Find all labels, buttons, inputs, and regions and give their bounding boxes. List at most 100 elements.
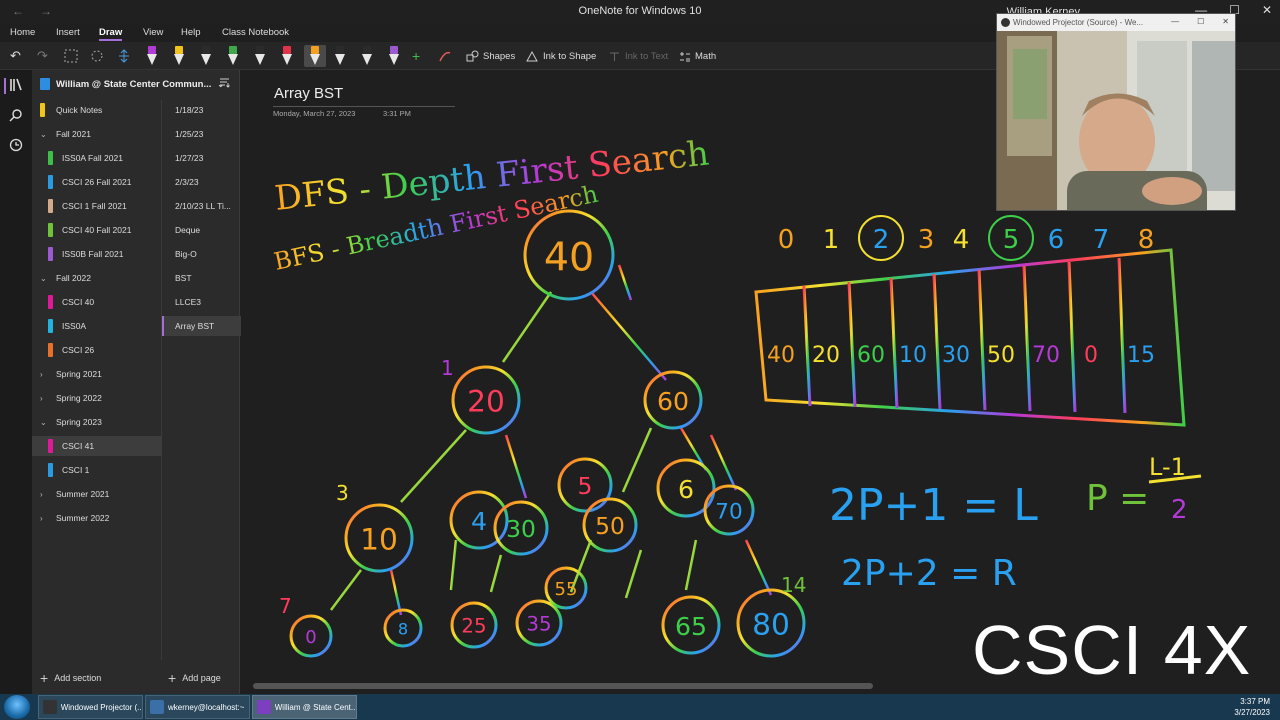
page-item[interactable]: 1/18/23 [162,100,241,120]
pen-color-swatch [363,46,371,54]
sort-icon[interactable] [219,78,230,91]
add-pen-icon[interactable]: + [412,47,420,65]
chevron-right-icon[interactable]: › [40,370,43,379]
rainbow-pen-icon[interactable] [304,45,326,67]
chevron-right-icon[interactable]: › [40,394,43,403]
section-color-tab [48,151,53,165]
add-section-button[interactable]: + Add section [40,670,101,686]
section-color-tab [48,463,53,477]
pen-color-swatch [229,46,237,54]
recent-notes-icon[interactable] [8,138,24,154]
pen-icon[interactable] [360,45,374,67]
page-item[interactable]: BST [162,268,241,288]
horizontal-scrollbar[interactable] [253,683,873,689]
tab-class-notebook[interactable]: Class Notebook [222,27,289,38]
pen-icon[interactable] [199,45,213,67]
chevron-down-icon[interactable]: ⌄ [40,274,47,283]
section-group[interactable]: ⌄ Fall 2021 [32,124,161,144]
tab-help[interactable]: Help [181,27,201,38]
section-item[interactable]: CSCI 26 [32,340,161,360]
array-cell-divider [977,269,987,411]
section-item[interactable]: CSCI 26 Fall 2021 [32,172,161,192]
math-icon [680,51,690,61]
section-group[interactable]: ⌄ Spring 2023 [32,412,161,432]
ink-replay-icon[interactable] [438,47,452,65]
section-color-tab [48,343,53,357]
close-icon[interactable]: ✕ [1262,3,1272,17]
search-icon[interactable] [8,108,24,124]
pen-icon[interactable] [253,45,267,67]
section-group[interactable]: › Spring 2021 [32,364,161,384]
pen-icon[interactable] [387,45,401,67]
pen-icon[interactable] [333,45,347,67]
shapes-button[interactable]: Shapes [466,47,515,65]
ink-to-text-button: Ink to Text [608,47,668,65]
taskbar-app-button[interactable]: wkerney@localhost:~ [145,695,250,719]
maximize-icon[interactable]: ☐ [1197,17,1204,26]
lasso-select-icon[interactable] [64,47,78,65]
section-item[interactable]: CSCI 40 Fall 2021 [32,220,161,240]
section-item[interactable]: ISS0A [32,316,161,336]
page-item[interactable]: Deque [162,220,241,240]
array-index-labels: 012345678 [778,215,1154,261]
app-icon [150,700,164,714]
section-group[interactable]: ⌄ Fall 2022 [32,268,161,288]
obs-icon [1001,18,1010,27]
page-item[interactable]: 1/27/23 [162,148,241,168]
section-group[interactable]: › Summer 2022 [32,508,161,528]
chevron-down-icon[interactable]: ⌄ [40,130,47,139]
ink-to-shape-button[interactable]: Ink to Shape [526,47,596,65]
tab-home[interactable]: Home [10,27,35,38]
section-item[interactable]: CSCI 1 [32,460,161,480]
section-group[interactable]: › Summer 2021 [32,484,161,504]
section-item[interactable]: CSCI 1 Fall 2021 [32,196,161,216]
section-group[interactable]: › Spring 2022 [32,388,161,408]
tree-node-value: 50 [595,512,625,540]
taskbar-app-button[interactable]: William @ State Cent... [252,695,357,719]
chevron-right-icon[interactable]: › [40,490,43,499]
redo-icon[interactable]: ↷ [37,47,48,65]
eraser-icon[interactable] [90,47,104,65]
page-item[interactable]: 2/10/23 LL Ti... [162,196,241,216]
add-space-icon[interactable] [117,47,131,65]
pen-icon[interactable] [226,45,240,67]
array-index-label: 5 [1003,225,1020,255]
section-item[interactable]: CSCI 40 [32,292,161,312]
section-item[interactable]: Quick Notes [32,100,161,120]
page-item[interactable]: 1/25/23 [162,124,241,144]
notebook-switcher[interactable]: William @ State Center Commun... ⌄ [32,70,240,98]
page-item[interactable]: Array BST [162,316,241,336]
array-cell-value: 15 [1127,343,1155,368]
math-button[interactable]: Math [678,47,716,65]
page-item[interactable]: 2/3/23 [162,172,241,192]
notebooks-icon[interactable] [4,78,22,94]
section-item[interactable]: CSCI 41 [32,436,161,456]
section-label: CSCI 41 [62,441,95,451]
highlighter-icon[interactable] [172,45,186,67]
undo-icon[interactable]: ↶ [10,47,21,65]
section-color-tab [48,199,53,213]
pen-icon[interactable] [145,45,159,67]
add-page-button[interactable]: + Add page [168,670,221,686]
tab-draw[interactable]: Draw [99,27,123,41]
page-item[interactable]: Big-O [162,244,241,264]
array-cell-divider [1117,257,1127,414]
page-item[interactable]: LLCE3 [162,292,241,312]
array-index-label: 6 [1048,225,1065,255]
taskbar-app-label: wkerney@localhost:~ [168,702,245,712]
chevron-down-icon[interactable]: ⌄ [40,418,47,427]
section-color-tab [40,103,45,117]
section-item[interactable]: ISS0B Fall 2021 [32,244,161,264]
start-button[interactable] [4,695,30,719]
taskbar-app-button[interactable]: Windowed Projector (... [38,695,143,719]
minimize-icon[interactable]: — [1171,17,1179,26]
chevron-right-icon[interactable]: › [40,514,43,523]
system-clock[interactable]: 3:37 PM 3/27/2023 [1234,696,1270,718]
close-icon[interactable]: ✕ [1222,17,1229,26]
section-item[interactable]: ISS0A Fall 2021 [32,148,161,168]
pen-icon[interactable] [280,45,294,67]
tree-node-value: 25 [461,615,486,638]
tree-edges [330,264,773,616]
tab-insert[interactable]: Insert [56,27,80,38]
tab-view[interactable]: View [143,27,163,38]
